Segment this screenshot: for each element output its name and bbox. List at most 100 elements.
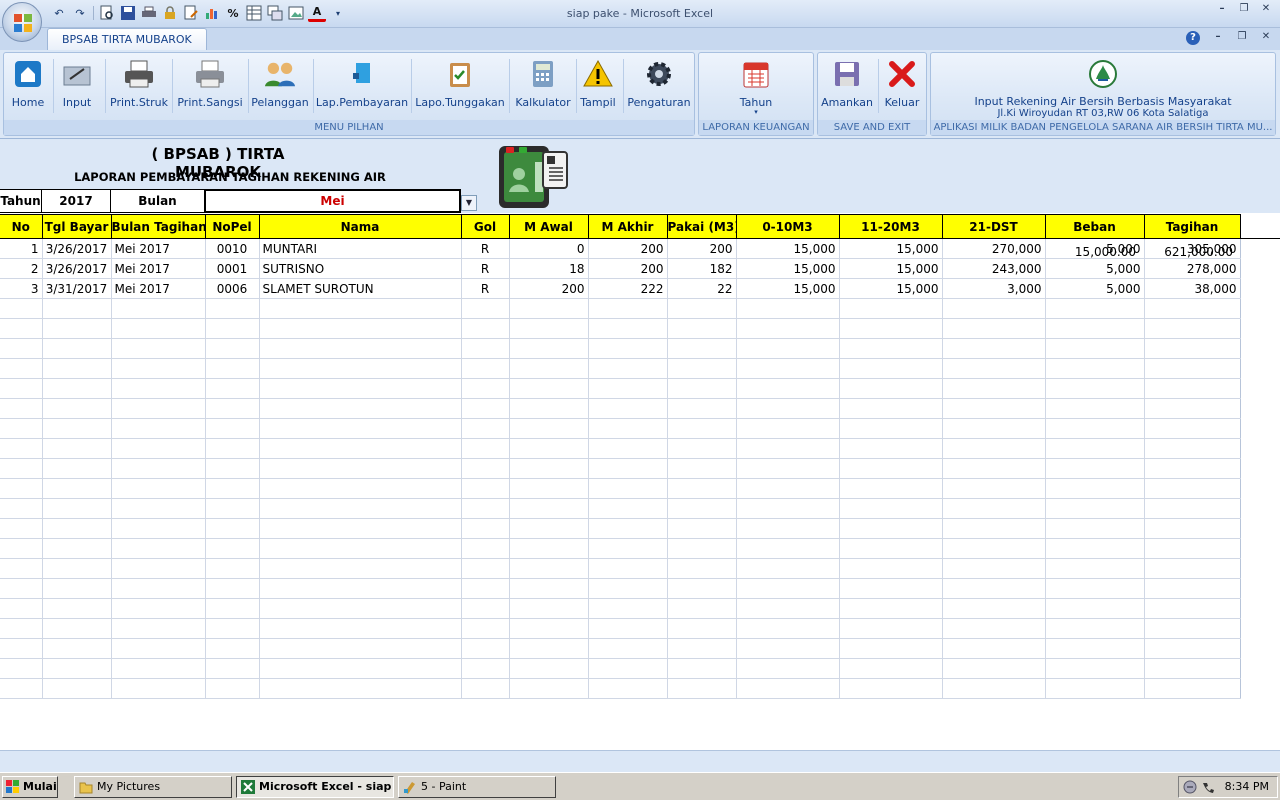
table-cell[interactable] bbox=[1045, 418, 1145, 439]
workbook-minimize-icon[interactable]: – bbox=[1212, 31, 1224, 43]
table-cell[interactable] bbox=[259, 438, 462, 459]
table-cell[interactable]: 3/26/2017 bbox=[42, 238, 112, 259]
table-cell[interactable] bbox=[1144, 658, 1241, 679]
table-cell[interactable] bbox=[461, 338, 510, 359]
table-cell[interactable]: R bbox=[461, 258, 510, 279]
table-cell[interactable] bbox=[205, 298, 260, 319]
table-cell[interactable]: 200 bbox=[509, 278, 589, 299]
table-cell[interactable] bbox=[736, 658, 840, 679]
table-cell[interactable] bbox=[42, 298, 112, 319]
table-cell[interactable] bbox=[42, 618, 112, 639]
table-cell[interactable] bbox=[509, 518, 589, 539]
table-cell[interactable]: SUTRISNO bbox=[259, 258, 462, 279]
table-cell[interactable] bbox=[1045, 438, 1145, 459]
table-cell[interactable] bbox=[205, 578, 260, 599]
table-cell[interactable] bbox=[461, 578, 510, 599]
table-cell[interactable] bbox=[205, 398, 260, 419]
table-cell[interactable] bbox=[1045, 398, 1145, 419]
column-header[interactable]: M Akhir bbox=[588, 214, 668, 239]
table-cell[interactable]: 222 bbox=[588, 278, 668, 299]
table-cell[interactable] bbox=[667, 378, 737, 399]
table-cell[interactable] bbox=[42, 598, 112, 619]
table-cell[interactable] bbox=[509, 358, 589, 379]
table-cell[interactable] bbox=[111, 398, 206, 419]
table-cell[interactable] bbox=[942, 478, 1046, 499]
keluar-button[interactable]: Keluar bbox=[880, 55, 924, 119]
table-cell[interactable] bbox=[588, 558, 668, 579]
table-cell[interactable] bbox=[111, 678, 206, 699]
table-cell[interactable] bbox=[111, 358, 206, 379]
table-cell[interactable] bbox=[839, 478, 943, 499]
table-cell[interactable] bbox=[461, 298, 510, 319]
table-cell[interactable] bbox=[839, 578, 943, 599]
table-cell[interactable]: Mei 2017 bbox=[111, 278, 206, 299]
table-cell[interactable]: 3/31/2017 bbox=[42, 278, 112, 299]
table-cell[interactable] bbox=[205, 438, 260, 459]
table-cell[interactable] bbox=[111, 578, 206, 599]
table-cell[interactable] bbox=[111, 638, 206, 659]
table-cell[interactable] bbox=[1045, 678, 1145, 699]
table-cell[interactable] bbox=[461, 558, 510, 579]
workbook-close-icon[interactable]: ✕ bbox=[1260, 31, 1272, 43]
workbook-restore-icon[interactable]: ❐ bbox=[1236, 31, 1248, 43]
table-cell[interactable] bbox=[839, 418, 943, 439]
table-cell[interactable] bbox=[839, 298, 943, 319]
table-cell[interactable] bbox=[736, 298, 840, 319]
table-cell[interactable] bbox=[1144, 478, 1241, 499]
table-cell[interactable]: 243,000 bbox=[942, 258, 1046, 279]
table-cell[interactable] bbox=[588, 478, 668, 499]
column-header[interactable]: 11-20M3 bbox=[839, 214, 943, 239]
table-cell[interactable] bbox=[111, 318, 206, 339]
table-cell[interactable] bbox=[942, 578, 1046, 599]
table-cell[interactable] bbox=[736, 638, 840, 659]
table-cell[interactable] bbox=[942, 298, 1046, 319]
table-cell[interactable] bbox=[839, 318, 943, 339]
table-cell[interactable] bbox=[1144, 398, 1241, 419]
table-cell[interactable]: MUNTARI bbox=[259, 238, 462, 259]
table-cell[interactable]: 182 bbox=[667, 258, 737, 279]
table-cell[interactable] bbox=[1144, 578, 1241, 599]
table-cell[interactable]: 15,000 bbox=[839, 238, 943, 259]
table-cell[interactable] bbox=[1144, 538, 1241, 559]
table-cell[interactable] bbox=[942, 338, 1046, 359]
table-cell[interactable] bbox=[259, 398, 462, 419]
table-cell[interactable] bbox=[839, 458, 943, 479]
table-cell[interactable] bbox=[461, 618, 510, 639]
table-cell[interactable] bbox=[205, 678, 260, 699]
table-cell[interactable] bbox=[1144, 518, 1241, 539]
lapo-tunggakan-button[interactable]: Lapo.Tunggakan bbox=[414, 55, 506, 119]
table-cell[interactable] bbox=[1144, 498, 1241, 519]
table-cell[interactable]: 15,000 bbox=[736, 238, 840, 259]
table-cell[interactable] bbox=[942, 458, 1046, 479]
table-cell[interactable]: 278,000 bbox=[1144, 258, 1241, 279]
taskbar-item-paint[interactable]: 5 - Paint bbox=[398, 776, 556, 798]
table-cell[interactable]: 38,000 bbox=[1144, 278, 1241, 299]
table-cell[interactable] bbox=[839, 378, 943, 399]
table-cell[interactable] bbox=[667, 318, 737, 339]
tab-bpsab-tirta-mubarok[interactable]: BPSAB TIRTA MUBAROK bbox=[47, 28, 207, 50]
table-cell[interactable] bbox=[839, 638, 943, 659]
table-cell[interactable] bbox=[588, 498, 668, 519]
table-cell[interactable] bbox=[839, 618, 943, 639]
table-cell[interactable]: R bbox=[461, 278, 510, 299]
table-cell[interactable] bbox=[205, 318, 260, 339]
phone-icon[interactable] bbox=[1201, 780, 1215, 794]
table-cell[interactable] bbox=[942, 518, 1046, 539]
table-cell[interactable] bbox=[509, 438, 589, 459]
table-cell[interactable] bbox=[205, 478, 260, 499]
table-cell[interactable]: 1 bbox=[0, 238, 43, 259]
column-header[interactable]: 0-10M3 bbox=[736, 214, 840, 239]
table-cell[interactable] bbox=[667, 478, 737, 499]
table-cell[interactable] bbox=[111, 338, 206, 359]
table-cell[interactable] bbox=[42, 518, 112, 539]
table-cell[interactable] bbox=[259, 578, 462, 599]
taskbar-item-excel[interactable]: Microsoft Excel - siap ... bbox=[236, 776, 394, 798]
table-cell[interactable] bbox=[736, 458, 840, 479]
table-cell[interactable]: 18 bbox=[509, 258, 589, 279]
table-cell[interactable] bbox=[588, 338, 668, 359]
table-cell[interactable] bbox=[1144, 378, 1241, 399]
table-cell[interactable] bbox=[0, 658, 43, 679]
month-select[interactable]: Mei bbox=[204, 189, 461, 213]
table-cell[interactable]: Mei 2017 bbox=[111, 258, 206, 279]
table-cell[interactable] bbox=[736, 578, 840, 599]
